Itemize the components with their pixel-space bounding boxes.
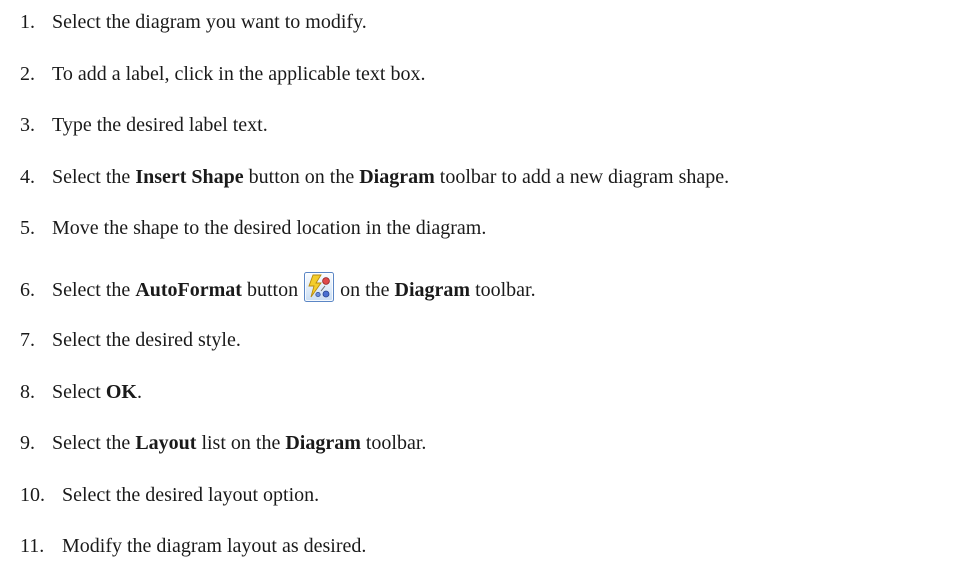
step-number: 10. <box>20 484 45 506</box>
ok-term: OK <box>105 381 137 403</box>
step-text-mid: list on the <box>196 432 286 454</box>
step-text: Select the diagram you want to modify. <box>52 11 367 33</box>
step-number: 7. <box>20 329 35 351</box>
step-4: 4. Select the Insert Shape button on the … <box>20 164 729 190</box>
step-number: 3. <box>20 114 35 136</box>
diagram-term: Diagram <box>285 432 361 454</box>
step-number: 2. <box>20 63 35 85</box>
autoformat-icon <box>304 272 335 302</box>
step-number: 9. <box>20 432 35 454</box>
step-number: 6. <box>20 279 35 301</box>
step-1: 1. Select the diagram you want to modify. <box>20 9 367 35</box>
step-text-post: toolbar. <box>470 279 536 301</box>
step-number: 5. <box>20 217 35 239</box>
step-number: 4. <box>20 166 35 188</box>
step-text: Move the shape to the desired location i… <box>52 217 487 239</box>
step-text-mid2: on the <box>335 279 395 301</box>
step-text-post: toolbar to add a new diagram shape. <box>434 166 730 188</box>
diagram-term: Diagram <box>359 166 435 188</box>
step-text-post: toolbar. <box>360 432 427 454</box>
step-3: 3. Type the desired label text. <box>20 112 268 138</box>
step-11: 11. Modify the diagram layout as desired. <box>20 533 366 559</box>
step-5: 5. Move the shape to the desired location… <box>20 215 486 241</box>
step-number: 8. <box>20 381 35 403</box>
step-10: 10. Select the desired layout option. <box>20 482 319 508</box>
step-number: 11. <box>20 535 45 557</box>
step-text: Type the desired label text. <box>52 114 268 136</box>
step-2: 2. To add a label, click in the applicabl… <box>20 61 425 87</box>
step-7: 7. Select the desired style. <box>20 327 241 353</box>
step-6: 6. Select the AutoFormat button on the Di… <box>20 272 536 302</box>
diagram-term: Diagram <box>394 279 471 301</box>
step-number: 1. <box>20 11 35 33</box>
step-text-mid: button on the <box>243 166 360 188</box>
step-text-pre: Select the <box>52 432 136 454</box>
step-8: 8. Select OK. <box>20 379 142 405</box>
layout-term: Layout <box>135 432 197 454</box>
step-9: 9. Select the Layout list on the Diagram … <box>20 430 426 456</box>
instruction-steps: 1. Select the diagram you want to modify.… <box>0 0 959 571</box>
step-text-pre: Select the <box>52 166 136 188</box>
step-text: Modify the diagram layout as desired. <box>62 535 367 557</box>
step-text-pre: Select the <box>52 279 136 301</box>
step-text-pre: Select <box>52 381 106 403</box>
step-text: To add a label, click in the applicable … <box>52 63 426 85</box>
step-text-post: . <box>137 381 142 403</box>
step-text-mid: button <box>241 279 304 301</box>
autoformat-term: AutoFormat <box>135 279 242 301</box>
step-text: Select the desired layout option. <box>62 484 320 506</box>
step-text: Select the desired style. <box>52 329 241 351</box>
insert-shape-term: Insert Shape <box>135 166 244 188</box>
